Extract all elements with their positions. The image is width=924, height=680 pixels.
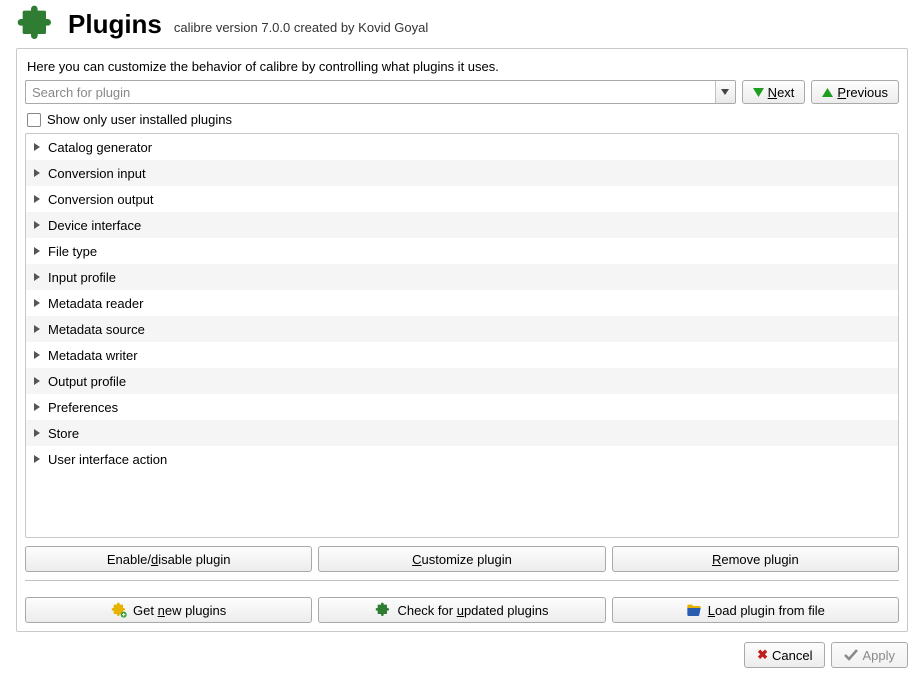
page-title: Plugins: [68, 9, 162, 40]
remove-plugin-button[interactable]: Remove plugin: [612, 546, 899, 572]
category-label: Output profile: [48, 374, 126, 389]
category-row[interactable]: User interface action: [26, 446, 898, 472]
customize-plugin-button[interactable]: Customize plugin: [318, 546, 605, 572]
header: Plugins calibre version 7.0.0 created by…: [0, 0, 924, 48]
chevron-right-icon[interactable]: [32, 298, 42, 308]
category-label: Catalog generator: [48, 140, 152, 155]
enable-disable-plugin-button[interactable]: Enable/disable plugin: [25, 546, 312, 572]
category-label: Input profile: [48, 270, 116, 285]
chevron-right-icon[interactable]: [32, 324, 42, 334]
search-dropdown-button[interactable]: [715, 81, 735, 103]
category-label: Metadata writer: [48, 348, 138, 363]
chevron-right-icon[interactable]: [32, 428, 42, 438]
chevron-right-icon[interactable]: [32, 168, 42, 178]
arrow-up-green-icon: [822, 88, 833, 97]
plugin-action-button-row: Enable/disable plugin Customize plugin R…: [25, 546, 899, 572]
chevron-right-icon[interactable]: [32, 454, 42, 464]
arrow-down-green-icon: [753, 88, 764, 97]
show-only-user-checkbox-row[interactable]: Show only user installed plugins: [27, 112, 897, 127]
previous-button[interactable]: Previous: [811, 80, 899, 104]
category-label: Conversion output: [48, 192, 154, 207]
category-row[interactable]: Input profile: [26, 264, 898, 290]
plugins-panel: Here you can customize the behavior of c…: [16, 48, 908, 632]
plugin-category-tree[interactable]: Catalog generator Conversion input Convers…: [25, 133, 899, 538]
check-for-updated-plugins-button[interactable]: Check for updated plugins: [318, 597, 605, 623]
category-row[interactable]: Metadata reader: [26, 290, 898, 316]
category-row[interactable]: Catalog generator: [26, 134, 898, 160]
page-subtitle: calibre version 7.0.0 created by Kovid G…: [174, 20, 428, 35]
category-row[interactable]: Preferences: [26, 394, 898, 420]
category-row[interactable]: File type: [26, 238, 898, 264]
chevron-right-icon[interactable]: [32, 194, 42, 204]
chevron-right-icon[interactable]: [32, 272, 42, 282]
next-button[interactable]: Next: [742, 80, 806, 104]
chevron-right-icon[interactable]: [32, 376, 42, 386]
chevron-right-icon[interactable]: [32, 350, 42, 360]
category-label: Device interface: [48, 218, 141, 233]
search-combo[interactable]: [25, 80, 736, 104]
category-label: Store: [48, 426, 79, 441]
category-row[interactable]: Output profile: [26, 368, 898, 394]
plugins-icon: [16, 4, 56, 44]
plugin-source-button-row: Get new plugins Check for updated plugin…: [25, 597, 899, 623]
category-label: Preferences: [48, 400, 118, 415]
category-row[interactable]: Metadata source: [26, 316, 898, 342]
chevron-right-icon[interactable]: [32, 246, 42, 256]
category-row[interactable]: Conversion output: [26, 186, 898, 212]
chevron-down-icon: [721, 89, 729, 95]
folder-open-icon: [686, 602, 702, 618]
divider: [25, 580, 899, 581]
category-label: Conversion input: [48, 166, 146, 181]
category-label: User interface action: [48, 452, 167, 467]
chevron-right-icon[interactable]: [32, 142, 42, 152]
show-only-user-label: Show only user installed plugins: [47, 112, 232, 127]
chevron-right-icon[interactable]: [32, 402, 42, 412]
category-label: Metadata source: [48, 322, 145, 337]
category-row[interactable]: Metadata writer: [26, 342, 898, 368]
category-label: File type: [48, 244, 97, 259]
cancel-button[interactable]: ✖ Cancel: [744, 642, 825, 668]
apply-check-icon: [844, 649, 858, 661]
category-label: Metadata reader: [48, 296, 143, 311]
intro-text: Here you can customize the behavior of c…: [27, 59, 897, 74]
category-row[interactable]: Store: [26, 420, 898, 446]
search-input[interactable]: [26, 81, 715, 103]
load-plugin-from-file-button[interactable]: Load plugin from file: [612, 597, 899, 623]
category-row[interactable]: Device interface: [26, 212, 898, 238]
search-row: Next Previous: [25, 80, 899, 104]
get-new-plugins-button[interactable]: Get new plugins: [25, 597, 312, 623]
puzzle-add-icon: [111, 602, 127, 618]
show-only-user-checkbox[interactable]: [27, 113, 41, 127]
apply-button[interactable]: Apply: [831, 642, 908, 668]
chevron-right-icon[interactable]: [32, 220, 42, 230]
dialog-footer: ✖ Cancel Apply: [0, 632, 924, 680]
category-row[interactable]: Conversion input: [26, 160, 898, 186]
cancel-x-icon: ✖: [757, 647, 768, 663]
puzzle-refresh-icon: [375, 602, 391, 618]
